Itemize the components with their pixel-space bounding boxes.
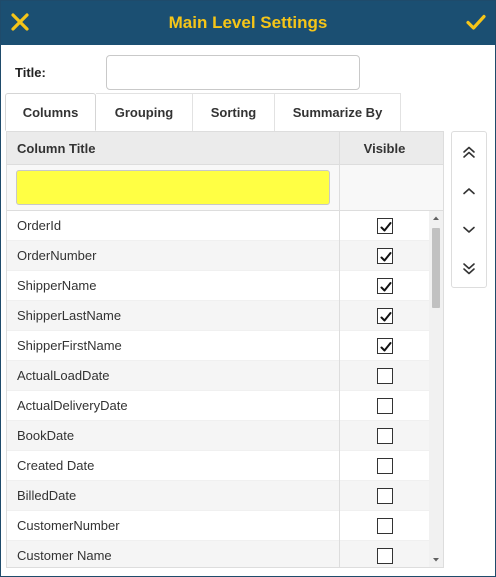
visible-checkbox[interactable] <box>377 368 393 384</box>
visible-filter-cell <box>339 165 429 211</box>
table-row[interactable]: OrderId <box>7 211 429 241</box>
table-row[interactable]: BookDate <box>7 421 429 451</box>
visible-cell <box>339 271 429 301</box>
scroll-down-arrow-icon[interactable] <box>429 553 443 567</box>
table-row[interactable]: ActualLoadDate <box>7 361 429 391</box>
column-name-cell: BookDate <box>17 428 75 443</box>
visible-cell <box>339 541 429 567</box>
visible-checkbox[interactable] <box>377 458 393 474</box>
visible-cell <box>339 241 429 271</box>
scrollbar-thumb[interactable] <box>432 228 440 308</box>
visible-checkbox[interactable] <box>377 398 393 414</box>
double-chevron-down-icon[interactable] <box>457 257 481 281</box>
column-name-cell: ActualLoadDate <box>17 368 110 383</box>
column-name-cell: OrderNumber <box>17 248 97 263</box>
table-row[interactable]: ActualDeliveryDate <box>7 391 429 421</box>
settings-dialog: Main Level Settings Title: Columns Group… <box>0 0 496 577</box>
filter-row <box>7 165 443 211</box>
visible-cell <box>339 451 429 481</box>
column-name-cell: Created Date <box>17 458 95 473</box>
dialog-header: Main Level Settings <box>1 1 495 45</box>
chevron-up-icon[interactable] <box>457 179 481 203</box>
grid-rows: OrderId OrderNumber ShipperName ShipperLast… <box>7 211 429 567</box>
visible-checkbox[interactable] <box>377 488 393 504</box>
visible-checkbox-checked[interactable] <box>377 218 393 234</box>
column-filter-input[interactable] <box>16 170 330 205</box>
column-name-cell: CustomerNumber <box>17 518 120 533</box>
column-name-cell: ShipperName <box>17 278 97 293</box>
visible-checkbox[interactable] <box>377 428 393 444</box>
visible-checkbox-checked[interactable] <box>377 248 393 264</box>
tab-sorting[interactable]: Sorting <box>193 93 275 131</box>
column-name-cell: OrderId <box>17 218 62 233</box>
dialog-title: Main Level Settings <box>168 13 328 32</box>
column-name-cell: ActualDeliveryDate <box>17 398 128 413</box>
column-name-cell: ShipperLastName <box>17 308 122 323</box>
table-row[interactable]: CustomerNumber <box>7 511 429 541</box>
visible-cell <box>339 331 429 361</box>
grid-header: Column Title Visible <box>7 132 443 165</box>
visible-cell <box>339 481 429 511</box>
vertical-scrollbar[interactable] <box>429 211 443 567</box>
table-row[interactable]: OrderNumber <box>7 241 429 271</box>
tab-summarize-by[interactable]: Summarize By <box>275 93 401 131</box>
visible-checkbox-checked[interactable] <box>377 278 393 294</box>
double-chevron-up-icon[interactable] <box>457 140 481 164</box>
visible-cell <box>339 391 429 421</box>
visible-cell <box>339 511 429 541</box>
visible-checkbox-checked[interactable] <box>377 308 393 324</box>
column-name-cell: ShipperFirstName <box>17 338 122 353</box>
scroll-up-arrow-icon[interactable] <box>429 211 443 225</box>
tab-columns[interactable]: Columns <box>5 93 96 131</box>
visible-cell <box>339 211 429 241</box>
move-buttons-panel <box>451 131 487 288</box>
table-row[interactable]: BilledDate <box>7 481 429 511</box>
column-name-cell: Customer Name <box>17 548 112 563</box>
chevron-down-icon[interactable] <box>457 218 481 242</box>
check-icon[interactable] <box>464 10 488 34</box>
visible-header[interactable]: Visible <box>339 132 429 165</box>
visible-checkbox[interactable] <box>377 518 393 534</box>
visible-checkbox[interactable] <box>377 548 393 564</box>
table-row[interactable]: Customer Name <box>7 541 429 567</box>
tab-bar: Columns Grouping Sorting Summarize By <box>5 93 401 131</box>
visible-cell <box>339 361 429 391</box>
table-row[interactable]: ShipperFirstName <box>7 331 429 361</box>
tab-grouping[interactable]: Grouping <box>96 93 193 131</box>
columns-grid: Column Title Visible OrderId OrderNumber S… <box>6 131 444 568</box>
title-input[interactable] <box>106 55 360 90</box>
visible-cell <box>339 301 429 331</box>
table-row[interactable]: ShipperName <box>7 271 429 301</box>
table-row[interactable]: ShipperLastName <box>7 301 429 331</box>
title-label: Title: <box>15 65 46 80</box>
table-row[interactable]: Created Date <box>7 451 429 481</box>
column-name-cell: BilledDate <box>17 488 77 503</box>
visible-cell <box>339 421 429 451</box>
visible-checkbox-checked[interactable] <box>377 338 393 354</box>
column-title-header[interactable]: Column Title <box>17 132 95 165</box>
